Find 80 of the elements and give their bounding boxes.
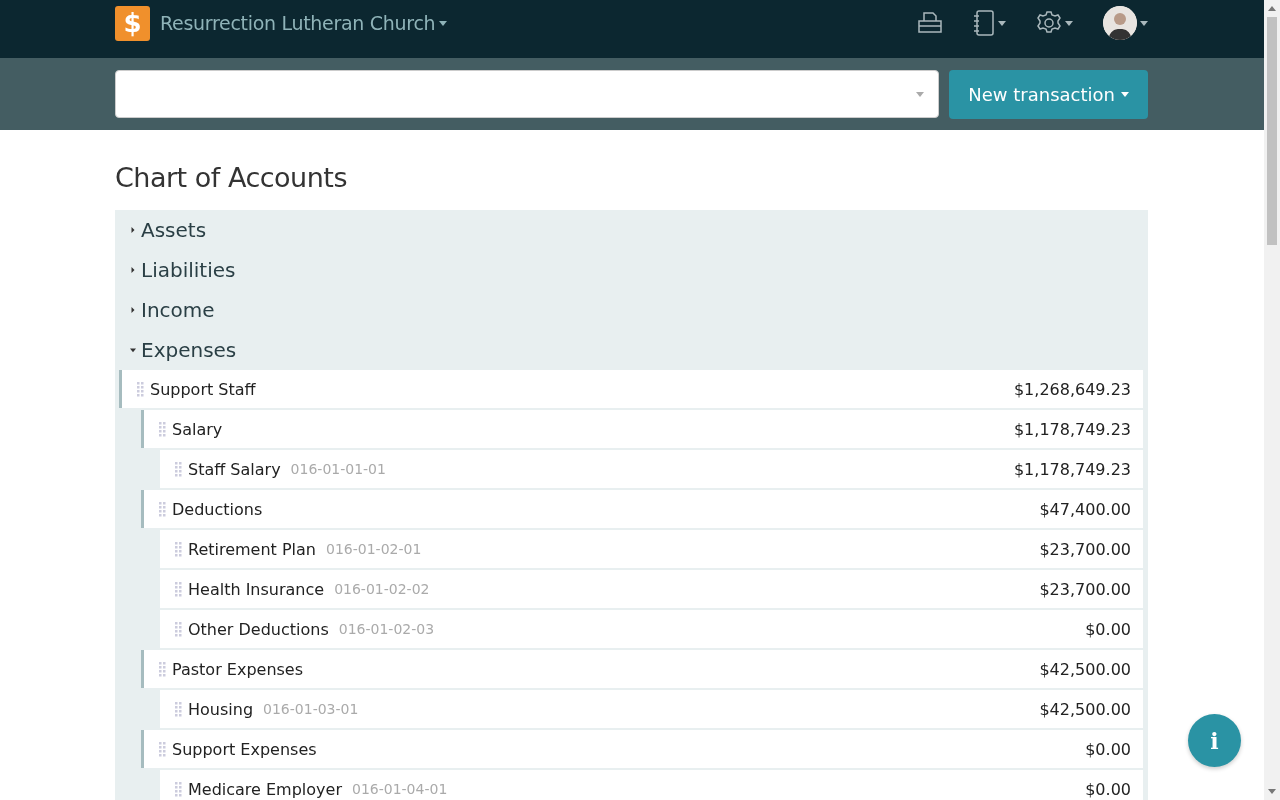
account-amount: $23,700.00 — [1039, 539, 1131, 559]
account-code: 016-01-02-02 — [334, 581, 430, 597]
caret-right-icon — [130, 226, 136, 234]
account-row[interactable]: Health Insurance 016-01-02-02 $23,700.00 — [160, 570, 1143, 608]
new-transaction-button[interactable]: New transaction — [949, 69, 1148, 119]
caret-icon — [439, 20, 448, 26]
account-name: Pastor Expenses — [172, 659, 304, 679]
drag-handle-icon[interactable] — [175, 781, 182, 797]
account-name: Deductions — [172, 499, 263, 519]
category-name: Liabilities — [141, 258, 236, 282]
account-row[interactable]: Support Expenses $0.00 — [141, 730, 1143, 768]
account-amount: $1,268,649.23 — [1013, 379, 1131, 399]
account-amount: $1,178,749.23 — [1013, 419, 1131, 439]
category-name: Expenses — [141, 338, 237, 362]
drag-handle-icon[interactable] — [175, 581, 182, 597]
caret-icon — [998, 20, 1006, 26]
account-row[interactable]: Support Staff $1,268,649.23 — [119, 370, 1143, 408]
account-amount: $0.00 — [1085, 619, 1131, 639]
page-title: Chart of Accounts — [115, 162, 348, 193]
search-field[interactable] — [115, 70, 940, 118]
organization-menu[interactable]: Resurrection Lutheran Church — [160, 12, 448, 34]
account-name: Support Expenses — [172, 739, 317, 759]
category-header[interactable]: Income — [119, 290, 1143, 330]
category-header[interactable]: Assets — [119, 210, 1143, 250]
account-row[interactable]: Other Deductions 016-01-02-03 $0.00 — [160, 610, 1143, 648]
account-name: Staff Salary — [188, 459, 281, 479]
account-name: Retirement Plan — [188, 539, 316, 559]
caret-icon — [1121, 91, 1129, 97]
drag-handle-icon[interactable] — [175, 621, 182, 637]
settings-menu[interactable] — [1036, 10, 1073, 36]
caret-icon — [1140, 20, 1148, 26]
account-row[interactable]: Deductions $47,400.00 — [141, 490, 1143, 528]
account-row[interactable]: Pastor Expenses $42,500.00 — [141, 650, 1143, 688]
account-name: Health Insurance — [188, 579, 325, 599]
settings-icon — [1036, 10, 1062, 36]
notebook-icon — [973, 10, 995, 36]
account-code: 016-01-02-03 — [338, 621, 435, 637]
account-amount: $42,500.00 — [1039, 659, 1131, 679]
user-menu[interactable] — [1103, 6, 1148, 40]
account-amount: $47,400.00 — [1039, 499, 1131, 519]
drag-handle-icon[interactable] — [159, 501, 166, 517]
account-amount: $23,700.00 — [1039, 579, 1131, 599]
drag-handle-icon[interactable] — [175, 701, 182, 717]
account-amount: $0.00 — [1085, 739, 1131, 759]
caret-right-icon — [130, 266, 136, 274]
account-row[interactable]: Medicare Employer 016-01-04-01 $0.00 — [160, 770, 1143, 800]
account-code: 016-01-04-01 — [352, 781, 448, 797]
account-row[interactable]: Retirement Plan 016-01-02-01 $23,700.00 — [160, 530, 1143, 568]
account-name: Medicare Employer — [188, 779, 342, 799]
account-row[interactable]: Housing 016-01-03-01 $42,500.00 — [160, 690, 1143, 728]
account-amount: $1,178,749.23 — [1013, 459, 1131, 479]
notebook-menu[interactable] — [973, 10, 1006, 36]
avatar-icon — [1103, 6, 1137, 40]
account-name: Salary — [172, 419, 223, 439]
category-name: Assets — [141, 218, 207, 242]
drag-handle-icon[interactable] — [159, 741, 166, 757]
category-header[interactable]: Liabilities — [119, 250, 1143, 290]
category-header[interactable]: Expenses — [119, 330, 1143, 370]
caret-icon — [916, 91, 925, 97]
account-row[interactable]: Salary $1,178,749.23 — [141, 410, 1143, 448]
drag-handle-icon[interactable] — [175, 541, 182, 557]
account-name: Housing — [188, 699, 254, 719]
drag-handle-icon[interactable] — [175, 461, 182, 477]
print-icon[interactable] — [917, 12, 943, 34]
account-code: 016-01-01-01 — [290, 461, 386, 477]
account-amount: $42,500.00 — [1039, 699, 1131, 719]
caret-down-icon — [130, 346, 136, 354]
account-code: 016-01-02-01 — [326, 541, 422, 557]
account-row[interactable]: Staff Salary 016-01-01-01 $1,178,749.23 — [160, 450, 1143, 488]
drag-handle-icon[interactable] — [137, 381, 144, 397]
drag-handle-icon[interactable] — [159, 421, 166, 437]
account-amount: $0.00 — [1085, 779, 1131, 799]
info-button[interactable]: i — [1188, 714, 1241, 767]
account-name: Support Staff — [150, 379, 256, 399]
account-name: Other Deductions — [188, 619, 329, 639]
drag-handle-icon[interactable] — [159, 661, 166, 677]
caret-right-icon — [130, 306, 136, 314]
caret-icon — [1065, 20, 1073, 26]
category-name: Income — [141, 298, 215, 322]
account-code: 016-01-03-01 — [263, 701, 359, 717]
